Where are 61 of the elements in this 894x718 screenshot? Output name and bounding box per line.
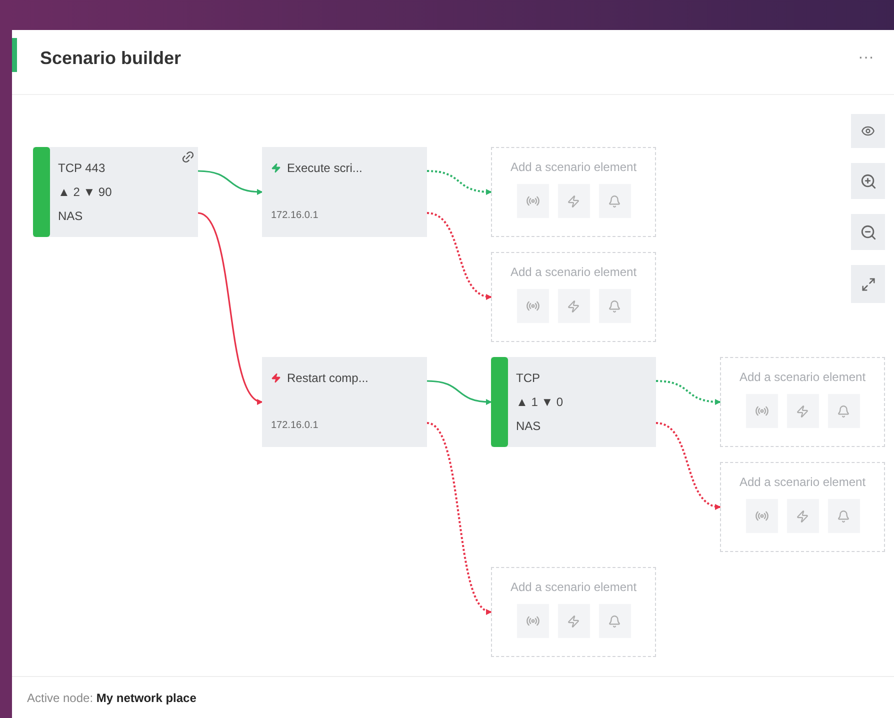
node-title: Restart comp...: [287, 370, 368, 387]
node-title: Execute scri...: [287, 160, 362, 177]
bell-icon: [608, 300, 621, 312]
node-address: 172.16.0.1: [271, 209, 320, 223]
slot-label: Add a scenario element: [510, 159, 637, 176]
action-node[interactable]: Execute scri... 172.16.0.1: [262, 147, 427, 237]
node-title: TCP: [516, 370, 541, 387]
slot-label: Add a scenario element: [510, 264, 637, 281]
lightning-icon: [567, 194, 580, 208]
lightning-icon: [796, 510, 809, 522]
zoom-out-icon: [860, 224, 876, 240]
bell-button[interactable]: [598, 184, 630, 218]
bell-button[interactable]: [828, 499, 860, 533]
zoom-in-button[interactable]: [851, 163, 885, 199]
signal-icon: [526, 194, 540, 208]
lightning-icon: [796, 404, 809, 418]
bell-icon: [608, 614, 621, 628]
lightning-icon: [567, 614, 580, 628]
fit-button[interactable]: [851, 265, 885, 303]
lightning-button[interactable]: [558, 604, 590, 638]
signal-icon: [754, 509, 768, 523]
node-address: 172.16.0.1: [271, 419, 320, 433]
signal-button[interactable]: [516, 184, 548, 218]
node-stats: ▲ 1 ▼ 0: [516, 394, 564, 411]
lightning-button[interactable]: [558, 289, 590, 323]
bell-icon: [608, 194, 621, 208]
signal-icon: [526, 614, 540, 628]
signal-icon: [754, 404, 768, 418]
slot-label: Add a scenario element: [510, 579, 637, 596]
lightning-button[interactable]: [786, 394, 818, 428]
view-button[interactable]: [851, 114, 885, 148]
node-stats: ▲ 2 ▼ 90: [58, 184, 112, 201]
accent-bar: [12, 38, 17, 72]
slot-label: Add a scenario element: [739, 369, 866, 386]
lightning-icon: [567, 300, 580, 312]
signal-button[interactable]: [746, 499, 778, 533]
bell-icon: [837, 404, 850, 418]
zoom-in-icon: [860, 172, 876, 190]
expand-icon: [860, 276, 876, 292]
node-title: TCP 443: [58, 160, 106, 177]
bell-icon: [837, 510, 850, 522]
action-node[interactable]: Restart comp... 172.16.0.1: [262, 357, 427, 447]
bell-button[interactable]: [598, 604, 630, 638]
trigger-node[interactable]: TCP 443 ▲ 2 ▼ 90 NAS: [33, 147, 198, 237]
bell-button[interactable]: [598, 289, 630, 323]
active-node-status: Active node: My network place: [27, 690, 196, 706]
signal-icon: [526, 299, 540, 313]
lightning-button[interactable]: [558, 184, 590, 218]
signal-button[interactable]: [516, 604, 548, 638]
lightning-button[interactable]: [786, 499, 818, 533]
signal-button[interactable]: [746, 394, 778, 428]
node-device: NAS: [58, 208, 84, 225]
trigger-node[interactable]: TCP ▲ 1 ▼ 0 NAS: [491, 357, 656, 447]
eye-icon: [861, 124, 875, 138]
signal-button[interactable]: [516, 289, 548, 323]
slot-label: Add a scenario element: [739, 474, 866, 491]
bell-button[interactable]: [828, 394, 860, 428]
panel-title: Scenario builder: [40, 46, 182, 70]
zoom-out-button[interactable]: [851, 214, 885, 250]
more-button[interactable]: ···: [858, 46, 874, 70]
node-device: NAS: [516, 418, 542, 435]
